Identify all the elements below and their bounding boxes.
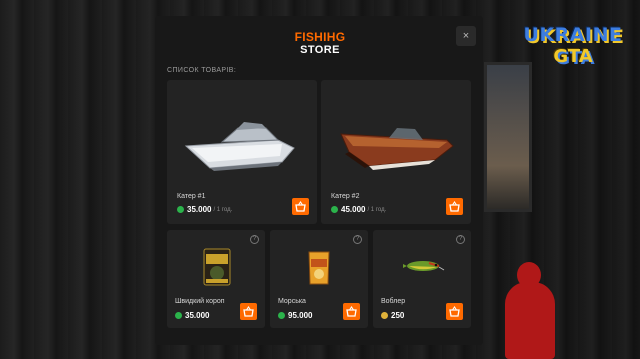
wobbler-lure-image bbox=[403, 261, 445, 271]
item-period: / 1 год. bbox=[367, 206, 387, 213]
basket-icon bbox=[449, 306, 460, 317]
money-coin-icon bbox=[177, 206, 184, 213]
white-boat-image bbox=[184, 122, 295, 171]
game-logo-line2: GTA bbox=[553, 46, 593, 67]
item-card-wobbler[interactable]: ? Воблер 250 bbox=[373, 230, 471, 328]
price-row: 250 bbox=[381, 311, 404, 320]
game-logo-line1: UKRAINE bbox=[523, 24, 623, 46]
sea-bait-pack-image bbox=[308, 251, 330, 285]
bait-pack-image bbox=[203, 248, 231, 286]
item-name: Швидкий короп bbox=[175, 298, 225, 305]
item-name: Катер #2 bbox=[331, 193, 360, 200]
buy-button[interactable] bbox=[446, 198, 463, 215]
buy-button[interactable] bbox=[240, 303, 257, 320]
game-logo: UKRAINE GTA bbox=[520, 26, 626, 76]
basket-icon bbox=[243, 306, 254, 317]
item-card-boat-2[interactable]: Катер #2 45.000 / 1 год. bbox=[321, 80, 471, 224]
item-name: Морська bbox=[278, 298, 306, 305]
store-logo-top: FISHIHG bbox=[294, 30, 346, 44]
item-card-boat-1[interactable]: Катер #1 35.000 / 1 год. bbox=[167, 80, 317, 224]
fishing-store-panel: FISHIHG STORE × СПИСОК ТОВАРІВ: Катер #1… bbox=[155, 16, 483, 345]
question-icon[interactable]: ? bbox=[250, 235, 259, 244]
item-name: Воблер bbox=[381, 298, 406, 305]
store-logo-bottom: STORE bbox=[300, 44, 340, 56]
buy-button[interactable] bbox=[343, 303, 360, 320]
gold-coin-icon bbox=[381, 312, 388, 319]
money-coin-icon bbox=[331, 206, 338, 213]
basket-icon bbox=[449, 201, 460, 212]
money-coin-icon bbox=[175, 312, 182, 319]
item-name: Катер #1 bbox=[177, 193, 206, 200]
item-price: 45.000 bbox=[341, 205, 366, 214]
price-row: 95.000 bbox=[278, 311, 312, 320]
basket-icon bbox=[295, 201, 306, 212]
question-icon[interactable]: ? bbox=[353, 235, 362, 244]
player-silhouette bbox=[505, 282, 555, 359]
question-icon[interactable]: ? bbox=[456, 235, 465, 244]
item-period: / 1 год. bbox=[213, 206, 233, 213]
wooden-boat-image bbox=[340, 128, 454, 170]
money-coin-icon bbox=[278, 312, 285, 319]
item-card-bait-sea[interactable]: ? Морська 95.000 bbox=[270, 230, 368, 328]
price-row: 45.000 / 1 год. bbox=[331, 205, 386, 214]
item-card-bait-carp[interactable]: ? Швидкий короп 35.000 bbox=[167, 230, 265, 328]
basket-icon bbox=[346, 306, 357, 317]
price-row: 35.000 bbox=[175, 311, 209, 320]
price-row: 35.000 / 1 год. bbox=[177, 205, 232, 214]
item-price: 35.000 bbox=[185, 311, 210, 320]
store-logo: FISHIHG STORE bbox=[289, 30, 351, 57]
close-button[interactable]: × bbox=[456, 26, 476, 46]
buy-button[interactable] bbox=[446, 303, 463, 320]
item-price: 95.000 bbox=[288, 311, 313, 320]
buy-button[interactable] bbox=[292, 198, 309, 215]
section-title: СПИСОК ТОВАРІВ: bbox=[167, 67, 237, 74]
background-window bbox=[484, 62, 532, 212]
item-price: 250 bbox=[391, 311, 405, 320]
item-price: 35.000 bbox=[187, 205, 212, 214]
